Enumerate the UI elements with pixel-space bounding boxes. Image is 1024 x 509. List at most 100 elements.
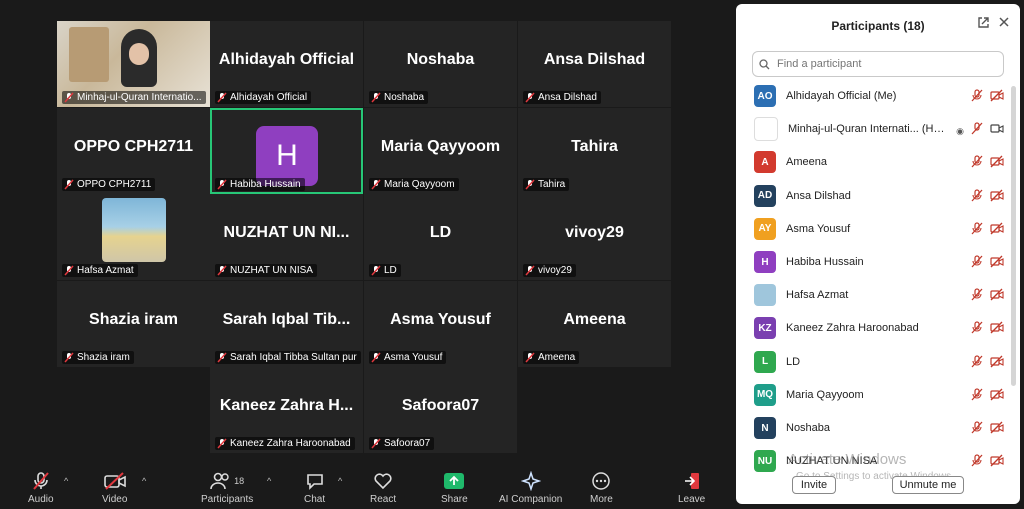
- share-button[interactable]: Share: [441, 470, 468, 505]
- chat-button[interactable]: Chat: [304, 470, 325, 505]
- participant-status-icons: [970, 421, 1004, 439]
- chat-options-caret[interactable]: ^: [338, 476, 342, 486]
- video-tile[interactable]: Safoora07 Safoora07: [364, 367, 517, 453]
- participant-display-name: Alhidayah Official: [218, 51, 355, 68]
- react-label: React: [370, 494, 397, 505]
- video-off-icon: [990, 421, 1004, 439]
- mic-off-icon: [970, 122, 984, 140]
- mic-off-icon: [217, 179, 227, 190]
- audio-options-caret[interactable]: ^: [64, 476, 68, 486]
- participant-avatar: [754, 117, 778, 142]
- share-label: Share: [441, 494, 468, 505]
- participants-label: Participants: [201, 494, 254, 505]
- participant-row[interactable]: AY Asma Yousuf: [754, 217, 1004, 241]
- mic-off-icon: [525, 265, 535, 276]
- video-tile[interactable]: Maria Qayyoom Maria Qayyoom: [364, 108, 517, 194]
- video-tile[interactable]: OPPO CPH2711 OPPO CPH2711: [57, 108, 210, 194]
- participant-display-name: NUZHAT UN NI...: [223, 224, 350, 241]
- video-tile[interactable]: Sarah Iqbal Tib... Sarah Iqbal Tibba Sult…: [210, 281, 363, 367]
- windows-watermark: Activate Windows: [788, 451, 907, 468]
- sparkle-icon: [520, 470, 541, 492]
- mic-off-icon: [371, 438, 381, 449]
- ai-companion-button[interactable]: AI Companion: [499, 470, 562, 505]
- tile-label: Shazia iram: [62, 351, 134, 364]
- search-input[interactable]: [775, 57, 999, 71]
- tile-label: vivoy29: [523, 264, 576, 277]
- video-tile-host[interactable]: Minhaj-ul-Quran Internatio...: [57, 21, 210, 107]
- participants-button[interactable]: 18 Participants: [201, 470, 253, 505]
- participant-name: Minhaj-ul-Quran Internati... (Host): [788, 123, 948, 136]
- participant-name: NUZHAT UN NISA: [230, 265, 313, 276]
- participant-status-icons: [970, 89, 1004, 107]
- participant-display-name: Ansa Dilshad: [543, 51, 646, 68]
- tile-label: Alhidayah Official: [215, 91, 312, 104]
- video-tile[interactable]: Alhidayah Official Alhidayah Official: [210, 21, 363, 107]
- leave-button[interactable]: Leave: [678, 470, 705, 505]
- participant-row[interactable]: Hafsa Azmat: [754, 283, 1004, 307]
- participant-name: Habiba Hussain: [230, 179, 301, 190]
- video-tile[interactable]: Ansa Dilshad Ansa Dilshad: [518, 21, 671, 107]
- participant-row[interactable]: MQ Maria Qayyoom: [754, 383, 1004, 407]
- avatar: H: [256, 126, 318, 186]
- mic-off-icon: [970, 255, 984, 273]
- video-tile[interactable]: vivoy29 vivoy29: [518, 194, 671, 280]
- participant-avatar: H: [754, 251, 776, 273]
- react-button[interactable]: React: [370, 470, 396, 505]
- video-tile[interactable]: Shazia iram Shazia iram: [57, 281, 210, 367]
- share-screen-icon: [444, 470, 465, 492]
- participant-row[interactable]: Minhaj-ul-Quran Internati... (Host) ◉: [754, 117, 1004, 142]
- video-options-caret[interactable]: ^: [142, 476, 146, 486]
- video-off-icon: [990, 355, 1004, 373]
- host-indicator-icon: ◉: [956, 125, 964, 136]
- participant-name: Maria Qayyoom: [786, 388, 864, 401]
- more-icon: [591, 470, 611, 492]
- mic-off-icon: [970, 222, 984, 240]
- participant-status-icons: [970, 321, 1004, 339]
- participant-display-name: OPPO CPH2711: [73, 138, 194, 155]
- audio-label: Audio: [28, 494, 54, 505]
- mic-off-icon: [371, 265, 381, 276]
- popout-icon[interactable]: [977, 16, 990, 32]
- mic-off-icon: [525, 352, 535, 363]
- participant-row[interactable]: A Ameena: [754, 150, 1004, 174]
- video-tile-active-speaker[interactable]: H Habiba Hussain: [210, 108, 363, 194]
- video-button[interactable]: Video: [102, 470, 127, 505]
- participants-options-caret[interactable]: ^: [267, 476, 271, 486]
- tile-label: Kaneez Zahra Haroonabad: [215, 437, 355, 450]
- tile-label: Minhaj-ul-Quran Internatio...: [62, 91, 206, 104]
- video-tile[interactable]: Kaneez Zahra H... Kaneez Zahra Haroonabad: [210, 367, 363, 453]
- participant-name: LD: [384, 265, 397, 276]
- video-tile[interactable]: Noshaba Noshaba: [364, 21, 517, 107]
- scrollbar[interactable]: [1011, 86, 1016, 386]
- participant-avatar: AO: [754, 85, 776, 107]
- mic-off-icon: [970, 288, 984, 306]
- participant-row[interactable]: AD Ansa Dilshad: [754, 184, 1004, 208]
- participant-name: Ansa Dilshad: [786, 189, 851, 202]
- video-tile[interactable]: NUZHAT UN NI... NUZHAT UN NISA: [210, 194, 363, 280]
- participant-name: Noshaba: [384, 92, 425, 103]
- video-tile[interactable]: Tahira Tahira: [518, 108, 671, 194]
- participant-display-name: Maria Qayyoom: [380, 138, 501, 155]
- video-tile[interactable]: Ameena Ameena: [518, 281, 671, 367]
- participant-row[interactable]: N Noshaba: [754, 416, 1004, 440]
- participant-row[interactable]: L LD: [754, 350, 1004, 374]
- more-button[interactable]: More: [590, 470, 613, 505]
- participant-avatar: AD: [754, 184, 776, 207]
- video-tile[interactable]: Asma Yousuf Asma Yousuf: [364, 281, 517, 367]
- participant-avatar: AY: [754, 217, 776, 240]
- close-icon[interactable]: [998, 16, 1010, 31]
- audio-button[interactable]: Audio: [28, 470, 54, 505]
- invite-button[interactable]: Invite: [792, 476, 836, 494]
- unmute-me-button[interactable]: Unmute me: [892, 476, 964, 494]
- video-tile[interactable]: LD LD: [364, 194, 517, 280]
- participant-row[interactable]: KZ Kaneez Zahra Haroonabad: [754, 316, 1004, 340]
- participant-name: Ameena: [786, 156, 827, 169]
- video-off-icon: [990, 189, 1004, 207]
- video-tile[interactable]: Hafsa Azmat: [57, 194, 210, 280]
- mic-off-icon: [970, 421, 984, 439]
- participant-status-icons: [970, 388, 1004, 406]
- participant-row[interactable]: AO Alhidayah Official (Me): [754, 84, 1004, 108]
- participant-display-name: Kaneez Zahra H...: [219, 397, 354, 414]
- participant-row[interactable]: H Habiba Hussain: [754, 250, 1004, 274]
- search-field[interactable]: [752, 51, 1004, 77]
